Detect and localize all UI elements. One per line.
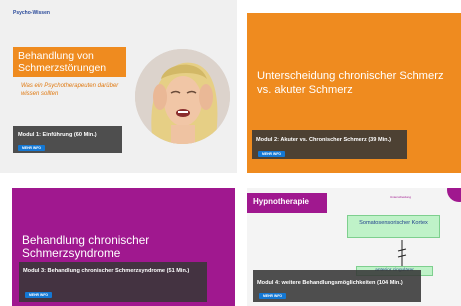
corner-decoration [447, 188, 461, 202]
more-info-button[interactable]: Mehr Info [25, 292, 53, 298]
module-overlay: Modul 1: Einführung (60 Min.) Mehr Info [13, 126, 122, 153]
diagram-connector-icon [397, 240, 407, 268]
slide-title: Unterscheidung chronischer Schmerz vs. a… [257, 70, 444, 96]
module-card-1[interactable]: Psycho-Wissen Behandlung von Schmerzstör… [0, 0, 237, 173]
slide-title: Behandlung von Schmerzstörungen [13, 47, 126, 77]
module-title: Modul 4: weitere Behandlungsmöglichkeite… [257, 280, 403, 286]
module-title: Modul 3: Behandlung chronischer Schmerzs… [23, 268, 190, 274]
diagram-box-cortex: Somatosensorischer Kortex [347, 215, 440, 238]
portrait-image [135, 49, 230, 144]
more-info-button[interactable]: Mehr Info [259, 293, 287, 299]
woman-in-pain-image [135, 49, 230, 144]
course-grid: Psycho-Wissen Behandlung von Schmerzstör… [0, 0, 461, 306]
more-info-button[interactable]: Mehr Info [258, 151, 286, 157]
brand-label: Psycho-Wissen [13, 10, 50, 16]
slide-title: Hypnotherapie [253, 197, 310, 206]
more-info-button[interactable]: Mehr Info [18, 145, 46, 151]
module-overlay: Modul 4: weitere Behandlungsmöglichkeite… [253, 270, 421, 302]
slide-subtitle: Was ein Psychotherapeuten darüber wissen… [21, 83, 119, 97]
slide-title: Behandlung chronischer Schmerzsyndrome [22, 233, 150, 260]
module-title: Modul 1: Einführung (60 Min.) [18, 132, 97, 138]
module-overlay: Modul 3: Behandlung chronischer Schmerzs… [19, 262, 207, 302]
module-title: Modul 2: Akuter vs. Chronischer Schmerz … [256, 137, 392, 143]
module-overlay: Modul 2: Akuter vs. Chronischer Schmerz … [252, 130, 407, 159]
slide-small-label: Unterscheidung [390, 195, 412, 199]
